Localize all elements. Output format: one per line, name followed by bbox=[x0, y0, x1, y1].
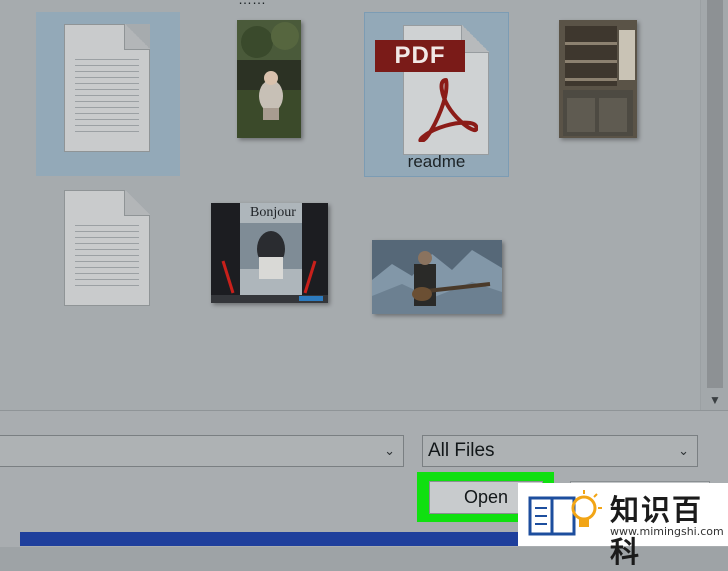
scrollbar-thumb[interactable] bbox=[707, 0, 723, 388]
photo-thumbnail-guitarist bbox=[372, 240, 502, 314]
watermark-url: www.mimingshi.com bbox=[610, 525, 724, 538]
photo-thumbnail-kitchen bbox=[559, 20, 637, 138]
vertical-scrollbar[interactable]: ▼ bbox=[700, 0, 728, 410]
file-name-combobox[interactable]: ⌄ bbox=[0, 435, 404, 467]
file-item-photo-kitchen[interactable] bbox=[550, 12, 650, 176]
file-type-value: All Files bbox=[428, 440, 495, 461]
file-item-document-1[interactable] bbox=[36, 12, 180, 176]
scroll-down-arrow-icon[interactable]: ▼ bbox=[707, 392, 723, 408]
document-icon bbox=[64, 24, 150, 152]
photo-thumbnail-child bbox=[237, 20, 301, 138]
file-item-photo-child[interactable] bbox=[216, 12, 316, 176]
file-item-photo-guitarist[interactable] bbox=[360, 232, 520, 332]
document-icon bbox=[64, 190, 150, 306]
file-item-photo-bonjour[interactable]: Bonjour bbox=[200, 195, 340, 315]
file-type-select[interactable]: All Files ⌄ bbox=[422, 435, 698, 467]
pdf-badge: PDF bbox=[375, 40, 465, 72]
acrobat-logo-icon bbox=[418, 78, 478, 142]
file-list-area: …… PDF readme bbox=[0, 0, 700, 410]
file-item-document-2[interactable] bbox=[36, 180, 180, 330]
cut-off-file-label: …… bbox=[238, 0, 266, 7]
bonjour-caption: Bonjour bbox=[250, 205, 296, 220]
chevron-down-icon[interactable]: ⌄ bbox=[678, 436, 689, 466]
pdf-icon: PDF bbox=[375, 25, 489, 155]
watermark: 知识百科 www.mimingshi.com bbox=[518, 483, 728, 569]
chevron-down-icon[interactable]: ⌄ bbox=[384, 436, 395, 466]
file-item-readme-pdf[interactable]: PDF readme bbox=[364, 12, 509, 177]
book-bulb-logo-icon bbox=[528, 490, 602, 536]
taskbar-strip bbox=[20, 532, 540, 546]
file-label-readme: readme bbox=[407, 152, 466, 171]
